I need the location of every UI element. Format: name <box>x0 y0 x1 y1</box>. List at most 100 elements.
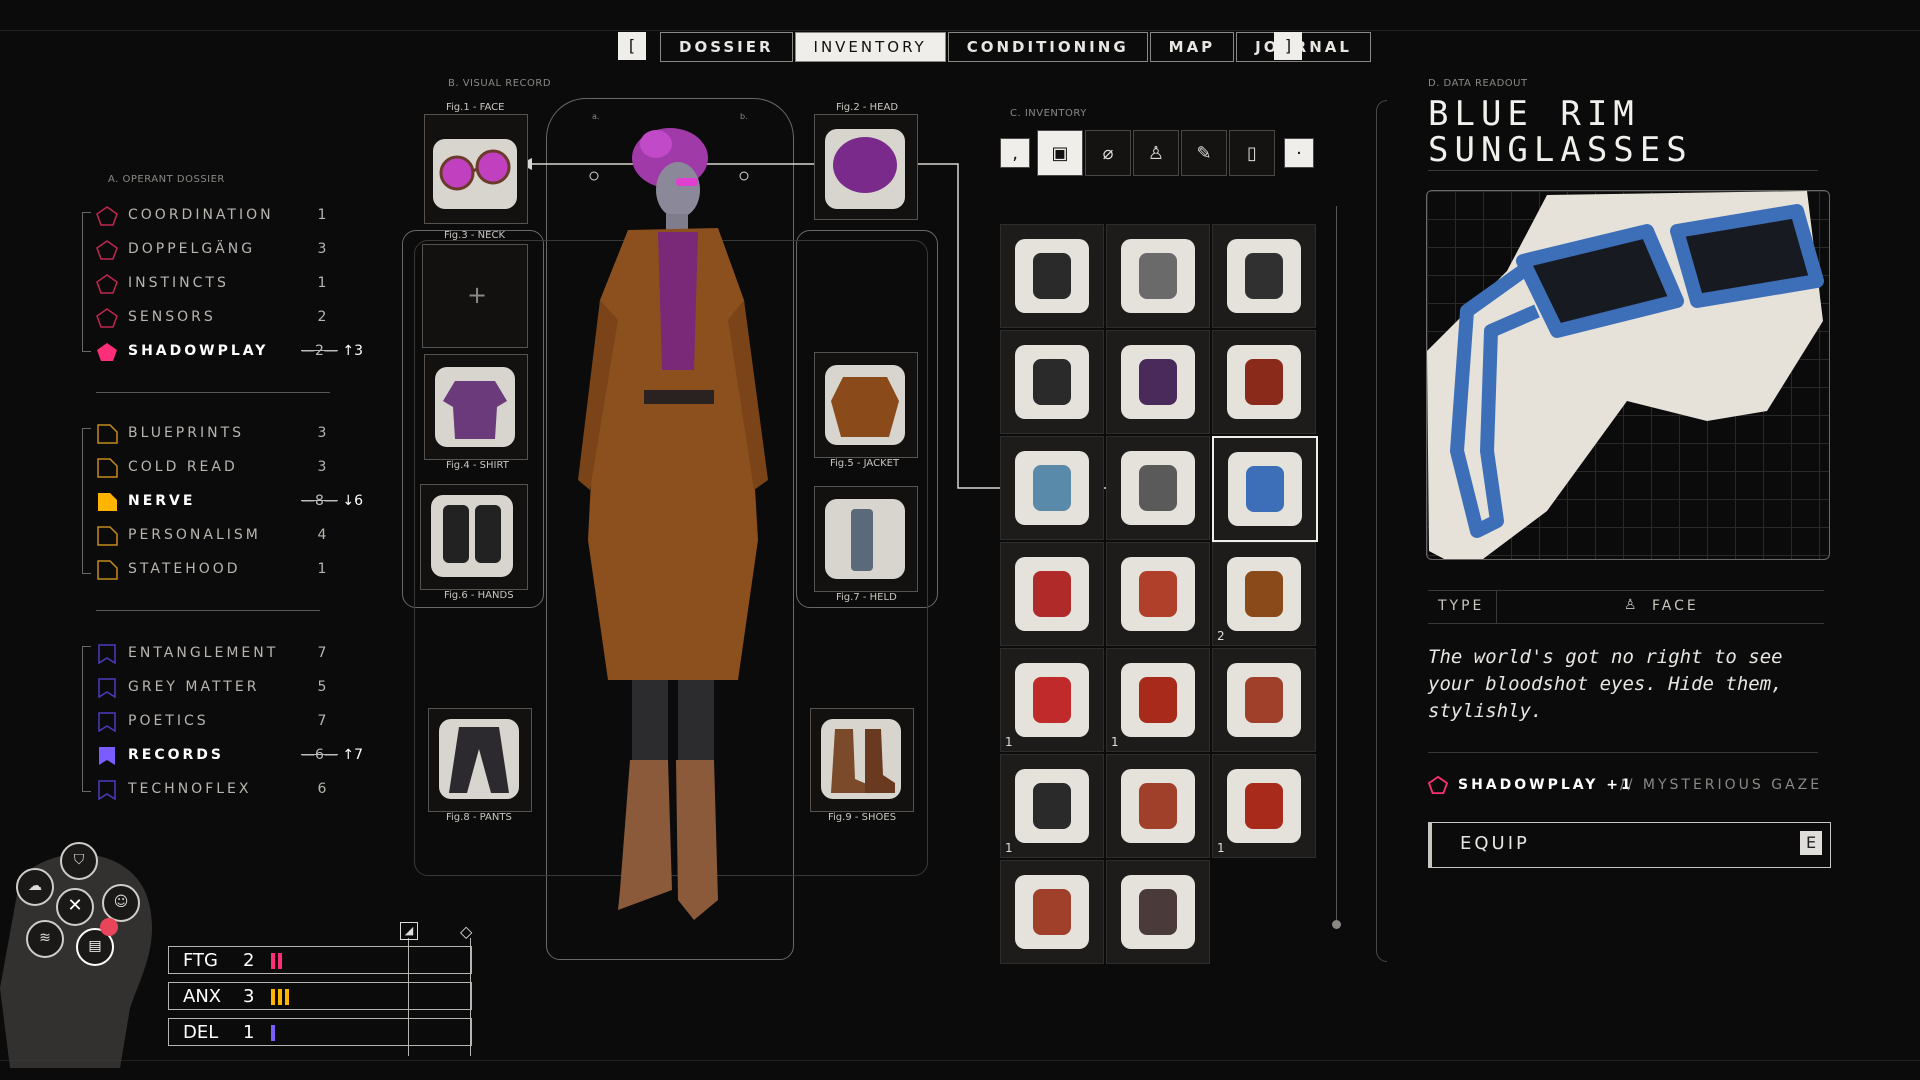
inv-filter-clothing[interactable]: ♙ <box>1133 130 1179 176</box>
meter-axis <box>408 938 409 1056</box>
inventory-cell[interactable] <box>1000 542 1104 646</box>
stat-sensors[interactable]: SENSORS 2 <box>96 306 386 330</box>
radial-button[interactable]: ≋ <box>26 920 64 958</box>
inventory-cell[interactable] <box>1106 542 1210 646</box>
slot-pants[interactable] <box>428 708 532 812</box>
nav-next-button[interactable]: ] <box>1274 32 1302 60</box>
item-count: 2 <box>1217 629 1225 643</box>
inventory-cell[interactable] <box>1106 860 1210 964</box>
slot-shirt[interactable] <box>424 354 528 460</box>
equip-button[interactable]: EQUIP E <box>1428 822 1831 868</box>
stat-records[interactable]: RECORDS —6— ↑7 <box>96 744 386 768</box>
slot-jacket[interactable] <box>814 352 918 458</box>
slot-held-label: Fig.7 - HELD <box>836 592 897 603</box>
inventory-cell[interactable] <box>1212 330 1316 434</box>
stat-group-bracket <box>82 428 91 574</box>
slot-pants-label: Fig.8 - PANTS <box>446 812 512 823</box>
inventory-cell[interactable] <box>1000 330 1104 434</box>
tshirt-shape <box>1033 465 1071 511</box>
inventory-cell[interactable] <box>1106 436 1210 540</box>
slot-jacket-label: Fig.5 - JACKET <box>830 458 900 469</box>
stat-instincts[interactable]: INSTINCTS 1 <box>96 272 386 296</box>
inventory-cell[interactable] <box>1106 330 1210 434</box>
inventory-cell[interactable]: 1 <box>1000 648 1104 752</box>
stat-name: NERVE <box>128 493 196 509</box>
inventory-cell[interactable]: 1 <box>1212 754 1316 858</box>
stat-technoflex[interactable]: TECHNOFLEX 6 <box>96 778 386 802</box>
slot-head[interactable] <box>814 114 918 220</box>
radial-button[interactable]: ☺ <box>102 884 140 922</box>
stat-doppelgang[interactable]: DOPPELGÄNG 3 <box>96 238 386 262</box>
item-title-line-1: BLUE RIM <box>1428 94 1640 134</box>
inventory-cell[interactable] <box>1000 860 1104 964</box>
inventory-cell[interactable]: 1 <box>1106 648 1210 752</box>
inv-filter-documents[interactable]: ▯ <box>1229 130 1275 176</box>
stat-grey-matter[interactable]: GREY MATTER 5 <box>96 676 386 700</box>
inventory-cell[interactable] <box>1000 224 1104 328</box>
layers-icon: ≋ <box>39 930 51 946</box>
pentagon-icon <box>1428 776 1448 794</box>
nav-prev-button[interactable]: [ <box>618 32 646 60</box>
inventory-cell[interactable] <box>1212 224 1316 328</box>
inventory-cell[interactable] <box>1212 648 1316 752</box>
scroll-thumb[interactable] <box>1332 920 1341 929</box>
inv-filter-next[interactable]: · <box>1284 138 1314 168</box>
inv-filter-tools[interactable]: ✎ <box>1181 130 1227 176</box>
stat-blueprints[interactable]: BLUEPRINTS 3 <box>96 422 386 446</box>
tab-dossier[interactable]: DOSSIER <box>660 32 793 62</box>
radial-button[interactable]: ☁ <box>16 868 54 906</box>
slot-neck-label: Fig.3 - NECK <box>444 230 505 241</box>
stat-value: 7 <box>317 713 327 729</box>
radial-close-button[interactable]: ✕ <box>56 888 94 926</box>
stat-nerve[interactable]: NERVE —8— ↓6 <box>96 490 386 514</box>
meter-bar <box>278 953 282 969</box>
pants-dark-item-icon <box>1227 239 1301 313</box>
tab-journal[interactable]: JOURNAL <box>1236 32 1371 62</box>
readout-section-label: D. DATA READOUT <box>1428 78 1528 89</box>
meter-ftg: FTG 2 <box>168 946 472 974</box>
clothing-icon: ♙ <box>1147 142 1165 164</box>
stat-name: BLUEPRINTS <box>128 425 245 441</box>
slot-face[interactable] <box>424 114 528 224</box>
empty-slot-plus-icon: + <box>467 281 488 309</box>
tab-map[interactable]: MAP <box>1149 32 1235 62</box>
close-icon: ✕ <box>67 895 83 916</box>
inventory-cell-selected[interactable] <box>1212 436 1318 542</box>
slot-hands[interactable] <box>420 484 528 590</box>
stat-cold-read[interactable]: COLD READ 3 <box>96 456 386 480</box>
inventory-cell[interactable]: 2 <box>1212 542 1316 646</box>
inv-filter-consumables[interactable]: ⌀ <box>1085 130 1131 176</box>
stat-name: COLD READ <box>128 459 238 475</box>
inv-filter-all[interactable]: ▣ <box>1037 130 1083 176</box>
slot-neck[interactable]: + <box>422 244 528 348</box>
pentagon-filled-icon <box>97 343 117 361</box>
item-count: 1 <box>1217 841 1225 855</box>
slot-held[interactable] <box>814 486 918 592</box>
type-row: TYPE ♙ FACE <box>1428 590 1824 624</box>
stat-poetics[interactable]: POETICS 7 <box>96 710 386 734</box>
inventory-cell[interactable]: 1 <box>1000 754 1104 858</box>
stat-statehood[interactable]: STATEHOOD 1 <box>96 558 386 582</box>
tag-icon <box>97 424 118 444</box>
boots-icon <box>821 719 901 799</box>
stat-coordination[interactable]: COORDINATION 1 <box>96 204 386 228</box>
stat-personalism[interactable]: PERSONALISM 4 <box>96 524 386 548</box>
item-preview-frame <box>1426 190 1830 571</box>
stat-entanglement[interactable]: ENTANGLEMENT 7 <box>96 642 386 666</box>
inv-filter-prev[interactable]: ‚ <box>1000 138 1030 168</box>
stat-value: 3 <box>317 425 327 441</box>
tab-inventory[interactable]: INVENTORY <box>794 32 946 62</box>
tube-item-icon <box>1121 557 1195 631</box>
shirt-icon <box>435 367 515 447</box>
inventory-cell[interactable] <box>1106 754 1210 858</box>
book-item-icon <box>1015 557 1089 631</box>
stat-shadowplay[interactable]: SHADOWPLAY —2— ↑3 <box>96 340 386 364</box>
radial-button[interactable]: ⛉ <box>60 842 98 880</box>
tab-conditioning[interactable]: CONDITIONING <box>947 32 1148 62</box>
inventory-cell[interactable] <box>1106 224 1210 328</box>
item-count: 1 <box>1005 735 1013 749</box>
inventory-cell[interactable] <box>1000 436 1104 540</box>
brain-icon: ☁ <box>28 878 42 894</box>
inventory-scrollbar[interactable] <box>1336 206 1337 926</box>
slot-shoes[interactable] <box>810 708 914 812</box>
